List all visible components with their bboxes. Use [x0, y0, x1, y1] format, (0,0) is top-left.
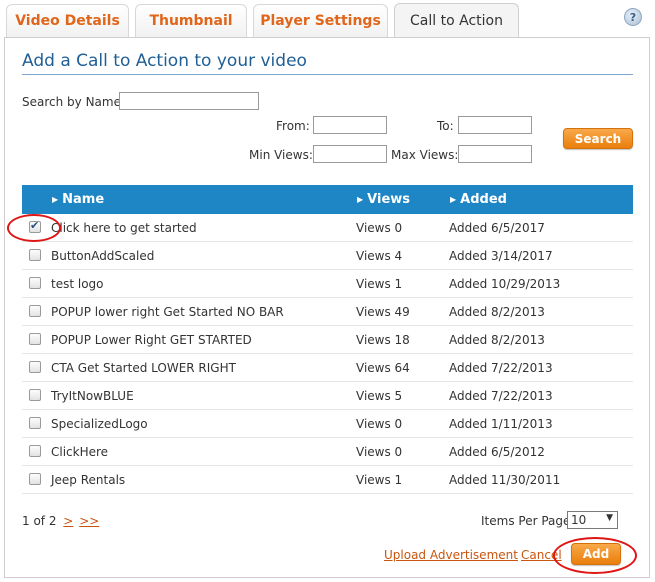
- table-row[interactable]: POPUP Lower Right GET STARTED Views 18 A…: [22, 326, 633, 354]
- page-indicator: 1 of 2: [22, 514, 57, 528]
- items-per-page-select[interactable]: 10 ▼: [567, 511, 618, 529]
- row-views: Views 64: [356, 361, 410, 375]
- call-to-action-panel: Add a Call to Action to your video Searc…: [4, 37, 650, 578]
- row-name: POPUP Lower Right GET STARTED: [51, 333, 252, 347]
- row-checkbox[interactable]: [29, 277, 41, 289]
- row-checkbox[interactable]: [29, 361, 41, 373]
- column-header-views-label: Views: [367, 192, 411, 207]
- row-added: Added 7/22/2013: [449, 361, 553, 375]
- table-row[interactable]: test logo Views 1 Added 10/29/2013: [22, 270, 633, 298]
- table-row[interactable]: Click here to get started Views 0 Added …: [22, 214, 633, 242]
- column-header-views[interactable]: ▶ Views: [357, 185, 410, 214]
- chevron-down-icon: ▼: [606, 513, 613, 523]
- pagination: 1 of 2 > >>: [22, 514, 99, 528]
- row-added: Added 6/5/2017: [449, 221, 545, 235]
- table-row[interactable]: CTA Get Started LOWER RIGHT Views 64 Add…: [22, 354, 633, 382]
- row-views: Views 18: [356, 333, 410, 347]
- tab-bar: Video Details Thumbnail Player Settings …: [0, 0, 655, 38]
- upload-advertisement-link[interactable]: Upload Advertisement: [384, 548, 518, 562]
- column-header-added-label: Added: [460, 192, 507, 207]
- row-views: Views 0: [356, 417, 403, 431]
- sort-triangle-icon: ▶: [52, 195, 59, 204]
- row-checkbox[interactable]: [29, 305, 41, 317]
- row-added: Added 3/14/2017: [449, 249, 553, 263]
- to-label: To:: [437, 119, 454, 133]
- row-name: Click here to get started: [51, 221, 197, 235]
- row-checkbox[interactable]: [29, 473, 41, 485]
- row-name: POPUP lower right Get Started NO BAR: [51, 305, 284, 319]
- min-views-input[interactable]: [313, 145, 387, 163]
- column-header-added[interactable]: ▶ Added: [450, 185, 507, 214]
- items-per-page-label: Items Per Page: [481, 514, 571, 528]
- row-name: CTA Get Started LOWER RIGHT: [51, 361, 236, 375]
- last-page-link[interactable]: >>: [79, 514, 99, 528]
- tab-video-details[interactable]: Video Details: [6, 4, 129, 37]
- row-added: Added 10/29/2013: [449, 277, 561, 291]
- table-row[interactable]: ClickHere Views 0 Added 6/5/2012: [22, 438, 633, 466]
- row-name: ClickHere: [51, 445, 109, 459]
- min-views-label: Min Views:: [249, 148, 313, 162]
- row-views: Views 1: [356, 473, 403, 487]
- row-checkbox[interactable]: [29, 249, 41, 261]
- row-views: Views 0: [356, 445, 403, 459]
- row-name: test logo: [51, 277, 104, 291]
- row-added: Added 8/2/2013: [449, 333, 545, 347]
- search-name-label: Search by Name:: [22, 95, 126, 109]
- row-views: Views 0: [356, 221, 403, 235]
- row-checkbox[interactable]: [29, 445, 41, 457]
- help-question-icon[interactable]: ?: [624, 8, 642, 26]
- panel-title: Add a Call to Action to your video: [22, 51, 307, 71]
- items-per-page-value: 10: [571, 513, 587, 527]
- from-label: From:: [276, 119, 310, 133]
- table-row[interactable]: SpecializedLogo Views 0 Added 1/11/2013: [22, 410, 633, 438]
- row-added: Added 7/22/2013: [449, 389, 553, 403]
- row-views: Views 1: [356, 277, 403, 291]
- column-header-name[interactable]: ▶ Name: [52, 185, 104, 214]
- row-added: Added 6/5/2012: [449, 445, 545, 459]
- search-name-input[interactable]: [119, 92, 259, 110]
- row-checkbox[interactable]: [29, 389, 41, 401]
- to-input[interactable]: [458, 116, 532, 134]
- column-header-name-label: Name: [62, 192, 105, 207]
- row-views: Views 5: [356, 389, 403, 403]
- tab-call-to-action[interactable]: Call to Action: [394, 3, 519, 38]
- row-views: Views 4: [356, 249, 403, 263]
- from-input[interactable]: [313, 116, 387, 134]
- max-views-label: Max Views:: [391, 148, 459, 162]
- row-name: TryItNowBLUE: [51, 389, 134, 403]
- sort-triangle-icon: ▶: [450, 195, 457, 204]
- row-added: Added 1/11/2013: [449, 417, 553, 431]
- next-page-link[interactable]: >: [63, 514, 73, 528]
- search-button[interactable]: Search: [563, 128, 633, 149]
- table-row[interactable]: TryItNowBLUE Views 5 Added 7/22/2013: [22, 382, 633, 410]
- row-checkbox[interactable]: [29, 333, 41, 345]
- row-checkbox[interactable]: [29, 417, 41, 429]
- row-name: ButtonAddScaled: [51, 249, 155, 263]
- table-row[interactable]: Jeep Rentals Views 1 Added 11/30/2011: [22, 466, 633, 494]
- cancel-link[interactable]: Cancel: [521, 548, 562, 562]
- row-added: Added 11/30/2011: [449, 473, 561, 487]
- table-row[interactable]: POPUP lower right Get Started NO BAR Vie…: [22, 298, 633, 326]
- max-views-input[interactable]: [458, 145, 532, 163]
- row-name: Jeep Rentals: [51, 473, 126, 487]
- tab-thumbnail[interactable]: Thumbnail: [135, 4, 247, 37]
- row-views: Views 49: [356, 305, 410, 319]
- row-added: Added 8/2/2013: [449, 305, 545, 319]
- table-header: ▶ Name ▶ Views ▶ Added: [22, 185, 633, 214]
- table-row[interactable]: ButtonAddScaled Views 4 Added 3/14/2017: [22, 242, 633, 270]
- row-name: SpecializedLogo: [51, 417, 148, 431]
- title-divider: [22, 74, 633, 75]
- sort-triangle-icon: ▶: [357, 195, 364, 204]
- row-checkbox[interactable]: [29, 219, 41, 233]
- tab-player-settings[interactable]: Player Settings: [253, 4, 388, 37]
- add-button[interactable]: Add: [571, 543, 621, 565]
